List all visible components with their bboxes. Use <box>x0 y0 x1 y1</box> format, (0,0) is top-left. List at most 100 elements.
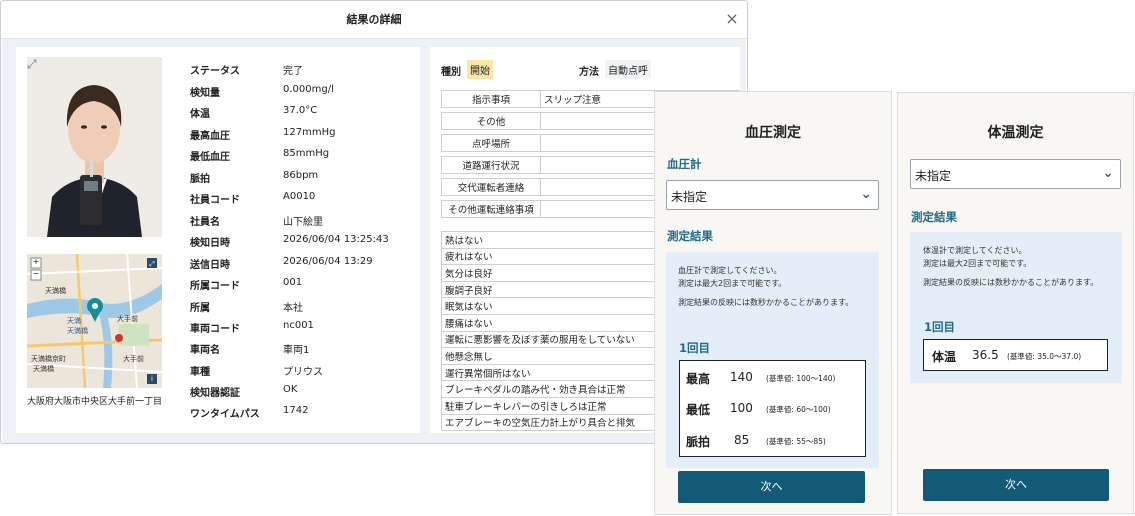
bp-row-label: 最高 <box>686 372 711 386</box>
temp-title: 体温測定 <box>987 125 1044 141</box>
detail-value: プリウス <box>283 367 323 378</box>
detail-label: 検知器認証 <box>190 388 240 399</box>
bp-row-range: (基準値: 55〜85) <box>766 437 826 446</box>
blood-pressure-screen: 血圧測定 血圧計 未指定 ⌄ 測定結果 血圧計で測定してください。 測定は最大2… <box>654 91 892 515</box>
close-icon[interactable]: × <box>723 10 741 28</box>
detail-value: 86bpm <box>283 170 319 181</box>
temp-values-box: 体温 36.5 (基準値: 35.0〜37.0) <box>923 339 1108 371</box>
bp-row-label: 最低 <box>686 403 711 417</box>
detail-value: 2026/06/04 13:29 <box>283 256 373 267</box>
employee-photo-image <box>27 57 162 237</box>
table-key: その他 <box>441 112 541 130</box>
temp-count: 1回目 <box>924 320 956 334</box>
temp-next-button[interactable]: 次へ <box>923 469 1109 501</box>
temp-result-box: 体温計で測定してください。 測定は最大2回まで可能です。 測定結果の反映には数秒… <box>910 232 1122 383</box>
table-key: 指示事項 <box>441 90 541 108</box>
address-text: 大阪府大阪市中央区大手前一丁目 <box>26 397 162 407</box>
table-key: 道路運行状況 <box>441 156 541 174</box>
detail-value: 完了 <box>283 66 303 77</box>
map-zoom-in-icon[interactable]: + <box>31 257 41 266</box>
location-map[interactable]: + − 天満橋 天満 天満橋 大手前 天満橋京町 天満橋 大手前 ⤢ i <box>27 254 162 388</box>
detail-label: 検知量 <box>190 88 220 99</box>
bp-note: 血圧計で測定してください。 <box>678 266 782 275</box>
method-label: 方法 <box>579 67 599 78</box>
detail-label: 体温 <box>190 109 210 120</box>
chevron-down-icon: ⌄ <box>860 186 872 202</box>
detail-value: 001 <box>283 277 303 288</box>
bp-note: 測定は最大2回まで可能です。 <box>678 279 787 288</box>
chevron-down-icon: ⌄ <box>1102 165 1114 181</box>
map-info-icon[interactable]: i <box>147 375 157 383</box>
bp-title: 血圧測定 <box>745 125 801 141</box>
map-label: 天満橋京町 <box>31 355 66 363</box>
map-label: 天満 <box>67 317 81 325</box>
temperature-screen: 体温測定 未指定 ⌄ 測定結果 体温計で測定してください。 測定は最大2回まで可… <box>897 92 1134 514</box>
detail-value: 本社 <box>283 303 303 314</box>
expand-icon[interactable]: ⤢ <box>27 57 41 71</box>
detail-label: 車両名 <box>190 345 220 356</box>
bp-row-value: 140 <box>730 370 753 384</box>
detail-label: 所属 <box>190 303 210 314</box>
bp-result-label: 測定結果 <box>667 229 713 243</box>
detail-label: 最低血圧 <box>190 152 230 163</box>
method-badge: 自動点呼 <box>605 60 651 79</box>
employee-photo <box>27 57 162 237</box>
temp-note: 体温計で測定してください。 <box>923 246 1027 255</box>
detail-label: 検知日時 <box>190 238 230 249</box>
temp-note: 測定結果の反映には数秒かかることがあります。 <box>923 278 1099 287</box>
map-label: 天満橋 <box>67 327 88 335</box>
detail-value: 山下絵里 <box>283 217 323 228</box>
dialog-title: 結果の詳細 <box>1 1 747 39</box>
detail-value: 0.000mg/l <box>283 84 334 95</box>
bp-result-box: 血圧計で測定してください。 測定は最大2回まで可能です。 測定結果の反映には数秒… <box>666 252 879 468</box>
bp-row-value: 85 <box>734 433 750 447</box>
detail-label: 送信日時 <box>190 260 230 271</box>
detail-value: 85mmHg <box>283 148 330 159</box>
bp-count: 1回目 <box>679 341 711 355</box>
detail-label: 社員コード <box>190 195 240 206</box>
detail-value: 127mmHg <box>283 127 336 138</box>
detail-value: 2026/06/04 13:25:43 <box>283 234 389 245</box>
table-key: 交代運転者連絡 <box>441 178 541 196</box>
bp-row-range: (基準値: 100〜140) <box>766 374 836 383</box>
bp-device-select[interactable]: 未指定 ⌄ <box>666 180 879 210</box>
map-label: 天満橋 <box>33 365 54 373</box>
detail-label: 車種 <box>190 367 210 378</box>
detail-value: 車両1 <box>283 345 310 356</box>
detail-label: 脈拍 <box>190 174 210 185</box>
table-key: 点呼場所 <box>441 134 541 152</box>
temp-row-range: (基準値: 35.0〜37.0) <box>1007 352 1082 361</box>
detail-label: ステータス <box>190 66 240 77</box>
bp-row-range: (基準値: 60〜100) <box>766 405 831 414</box>
bp-next-button[interactable]: 次へ <box>678 471 865 503</box>
detail-value: 1742 <box>283 405 309 416</box>
bp-note: 測定結果の反映には数秒かかることがあります。 <box>678 298 854 307</box>
map-label: 大手前 <box>123 355 144 363</box>
table-key: その他運転連絡事項 <box>441 200 541 218</box>
temp-note: 測定は最大2回まで可能です。 <box>923 259 1032 268</box>
temp-row-label: 体温 <box>932 350 957 364</box>
bp-values-box: 最高 140 (基準値: 100〜140) 最低 100 (基準値: 60〜10… <box>679 360 866 457</box>
detail-value: nc001 <box>283 320 314 331</box>
temp-device-select[interactable]: 未指定 ⌄ <box>910 159 1121 189</box>
map-fullscreen-icon[interactable]: ⤢ <box>147 260 157 269</box>
map-zoom-out-icon[interactable]: − <box>31 269 41 278</box>
type-label: 種別 <box>441 67 461 78</box>
detail-label: 車両コード <box>190 324 240 335</box>
detail-label: 社員名 <box>190 217 220 228</box>
detail-value: OK <box>283 384 298 395</box>
temp-device-select-value: 未指定 <box>915 169 952 183</box>
bp-row-label: 脈拍 <box>686 435 711 449</box>
map-label: 大手前 <box>117 315 138 323</box>
detail-label: 所属コード <box>190 281 240 292</box>
detail-value: A0010 <box>283 191 316 202</box>
detail-label: 最高血圧 <box>190 131 230 142</box>
type-badge: 開始 <box>467 60 493 79</box>
bp-device-select-value: 未指定 <box>671 190 708 204</box>
map-label: 天満橋 <box>45 287 66 295</box>
detail-label: ワンタイムパス <box>190 409 260 420</box>
bp-row-value: 100 <box>730 401 753 415</box>
temp-result-label: 測定結果 <box>911 210 957 224</box>
detail-value: 37.0°C <box>283 105 318 116</box>
bp-device-label: 血圧計 <box>667 157 702 171</box>
